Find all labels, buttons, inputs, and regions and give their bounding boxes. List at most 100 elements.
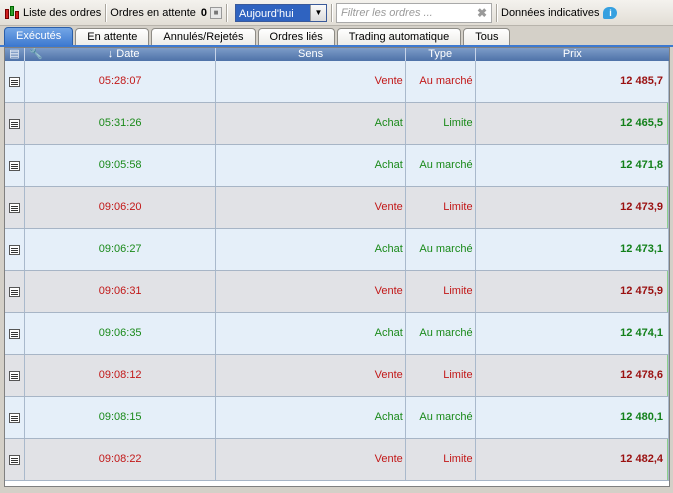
pending-orders-indicator[interactable]: Ordres en attente 0 ■ bbox=[110, 0, 222, 26]
pending-orders-count: 0 bbox=[200, 6, 207, 19]
row-status-bar bbox=[667, 313, 669, 354]
document-icon[interactable] bbox=[8, 286, 20, 297]
prix-cell: 12 471,8 bbox=[620, 159, 663, 171]
date-cell: 09:06:20 bbox=[25, 187, 217, 228]
order-details-cell[interactable] bbox=[5, 313, 25, 354]
order-details-cell[interactable] bbox=[5, 355, 25, 396]
tab-ordres-lies[interactable]: Ordres liés bbox=[257, 28, 335, 46]
document-icon[interactable] bbox=[8, 160, 20, 171]
document-icon[interactable] bbox=[8, 370, 20, 381]
row-status-bar bbox=[667, 187, 669, 228]
sens-cell: Achat bbox=[216, 397, 406, 438]
column-header-date[interactable]: 🔧 ↓ Date bbox=[25, 48, 217, 61]
tab-tous[interactable]: Tous bbox=[463, 28, 511, 46]
row-status-bar bbox=[667, 61, 669, 102]
table-row[interactable]: 09:06:35 Achat Au marché 12 474,1 bbox=[5, 313, 669, 355]
grid-body: 05:28:07 Vente Au marché 12 485,7 05:31:26 Ac… bbox=[5, 61, 669, 481]
date-cell: 09:08:15 bbox=[25, 397, 217, 438]
document-icon[interactable] bbox=[8, 454, 20, 465]
document-icon[interactable] bbox=[8, 202, 20, 213]
table-row[interactable]: 09:08:15 Achat Au marché 12 480,1 bbox=[5, 397, 669, 439]
orders-list-title: Liste des ordres bbox=[0, 0, 101, 26]
toolbar: Liste des ordres Ordres en attente 0 ■ A… bbox=[0, 0, 673, 26]
candlestick-icon bbox=[4, 5, 20, 21]
toolbar-separator bbox=[105, 3, 107, 22]
type-cell: Limite bbox=[406, 271, 476, 312]
column-header-type[interactable]: Type bbox=[406, 48, 476, 61]
row-status-bar bbox=[667, 271, 669, 312]
order-details-cell[interactable] bbox=[5, 271, 25, 312]
date-cell: 05:31:26 bbox=[25, 103, 217, 144]
tab-en-attente[interactable]: En attente bbox=[75, 28, 150, 46]
column-header-sens[interactable]: Sens bbox=[216, 48, 406, 61]
sens-cell: Vente bbox=[216, 439, 406, 480]
sens-cell: Vente bbox=[216, 355, 406, 396]
table-row[interactable]: 09:05:58 Achat Au marché 12 471,8 bbox=[5, 145, 669, 187]
type-cell: Au marché bbox=[406, 145, 476, 186]
sens-cell: Vente bbox=[216, 187, 406, 228]
order-details-cell[interactable] bbox=[5, 187, 25, 228]
order-details-cell[interactable] bbox=[5, 439, 25, 480]
tab-executes[interactable]: Exécutés bbox=[4, 27, 74, 46]
row-status-bar bbox=[667, 439, 669, 480]
pending-orders-icon[interactable]: ■ bbox=[210, 6, 222, 19]
document-icon[interactable] bbox=[8, 76, 20, 87]
order-details-cell[interactable] bbox=[5, 397, 25, 438]
date-cell: 09:06:35 bbox=[25, 313, 217, 354]
date-cell: 09:08:22 bbox=[25, 439, 217, 480]
table-row[interactable]: 09:06:20 Vente Limite 12 473,9 bbox=[5, 187, 669, 229]
period-select[interactable]: Aujourd'hui ▼ bbox=[235, 3, 327, 22]
sens-cell: Vente bbox=[216, 271, 406, 312]
document-icon[interactable] bbox=[8, 328, 20, 339]
sens-cell: Achat bbox=[216, 145, 406, 186]
column-header-prix[interactable]: Prix bbox=[476, 48, 669, 61]
tab-annules-rejetes[interactable]: Annulés/Rejetés bbox=[151, 28, 256, 46]
prix-cell: 12 473,9 bbox=[620, 201, 663, 213]
tab-trading-automatique[interactable]: Trading automatique bbox=[336, 28, 462, 46]
table-row[interactable]: 09:06:31 Vente Limite 12 475,9 bbox=[5, 271, 669, 313]
chevron-down-icon[interactable]: ▼ bbox=[310, 4, 326, 21]
table-row[interactable]: 09:08:22 Vente Limite 12 482,4 bbox=[5, 439, 669, 481]
prix-cell: 12 482,4 bbox=[620, 453, 663, 465]
clear-icon[interactable]: ✖ bbox=[477, 6, 487, 20]
type-cell: Limite bbox=[406, 439, 476, 480]
prix-cell: 12 473,1 bbox=[620, 243, 663, 255]
table-row[interactable]: 05:31:26 Achat Limite 12 465,5 bbox=[5, 103, 669, 145]
document-icon[interactable] bbox=[8, 118, 20, 129]
sens-cell: Achat bbox=[216, 313, 406, 354]
date-cell: 09:06:27 bbox=[25, 229, 217, 270]
prix-cell: 12 485,7 bbox=[620, 75, 663, 87]
row-status-bar bbox=[667, 229, 669, 270]
indicative-data-label: Données indicatives bbox=[501, 6, 600, 19]
order-details-cell[interactable] bbox=[5, 103, 25, 144]
indicative-data-notice[interactable]: Données indicatives i bbox=[501, 0, 618, 26]
row-status-bar bbox=[667, 145, 669, 186]
column-menu-icon[interactable]: ▤ bbox=[5, 48, 25, 61]
order-details-cell[interactable] bbox=[5, 145, 25, 186]
filter-input[interactable]: Filtrer les ordres ... ✖ bbox=[336, 2, 492, 23]
pending-orders-label: Ordres en attente bbox=[110, 6, 196, 19]
prix-cell: 12 478,6 bbox=[620, 369, 663, 381]
date-cell: 09:08:12 bbox=[25, 355, 217, 396]
grid-header: ▤ 🔧 ↓ Date Sens Type Prix bbox=[5, 48, 669, 61]
settings-icon[interactable]: 🔧 bbox=[29, 48, 43, 60]
toolbar-separator bbox=[226, 3, 227, 22]
table-row[interactable]: 05:28:07 Vente Au marché 12 485,7 bbox=[5, 61, 669, 103]
toolbar-separator bbox=[496, 3, 497, 22]
type-cell: Limite bbox=[406, 187, 476, 228]
type-cell: Au marché bbox=[406, 61, 476, 102]
order-details-cell[interactable] bbox=[5, 61, 25, 102]
info-bubble-icon[interactable]: i bbox=[603, 6, 618, 19]
row-status-bar bbox=[667, 355, 669, 396]
filter-placeholder: Filtrer les ordres ... bbox=[341, 6, 433, 19]
sort-down-icon: ↓ bbox=[107, 48, 114, 60]
type-cell: Au marché bbox=[406, 229, 476, 270]
prix-cell: 12 475,9 bbox=[620, 285, 663, 297]
order-details-cell[interactable] bbox=[5, 229, 25, 270]
table-row[interactable]: 09:06:27 Achat Au marché 12 473,1 bbox=[5, 229, 669, 271]
document-icon[interactable] bbox=[8, 412, 20, 423]
table-row[interactable]: 09:08:12 Vente Limite 12 478,6 bbox=[5, 355, 669, 397]
toolbar-separator bbox=[331, 3, 332, 22]
document-icon[interactable] bbox=[8, 244, 20, 255]
sens-cell: Achat bbox=[216, 229, 406, 270]
